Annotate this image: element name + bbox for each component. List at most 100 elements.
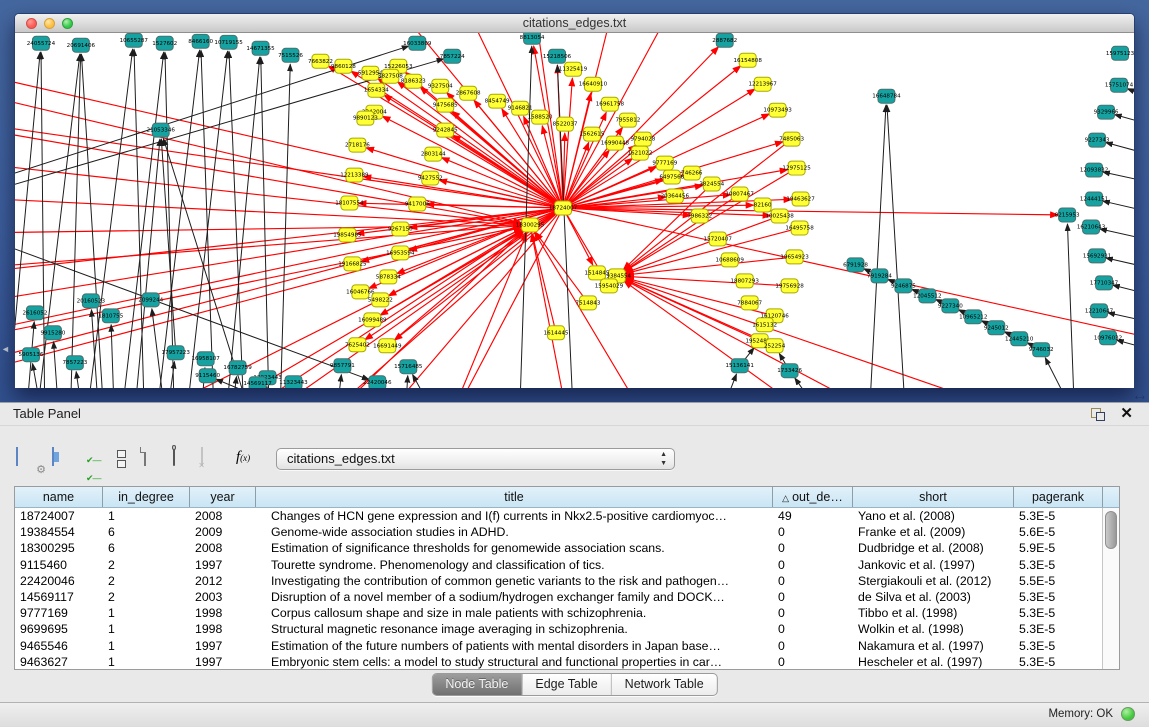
table-selector-dropdown[interactable]: citations_edges.txt ▲▼ xyxy=(276,448,675,470)
citation-edge-black xyxy=(76,372,85,388)
delete-column-button[interactable] xyxy=(173,448,199,472)
table-row[interactable]: 1830029562008Estimation of significance … xyxy=(15,540,1119,556)
delete-table-button[interactable] xyxy=(201,448,227,472)
graph-node-label: 18724007 xyxy=(549,206,578,212)
citation-edge-black xyxy=(1115,115,1134,129)
graph-node-label: 15751074 xyxy=(1105,83,1134,89)
network-window-titlebar[interactable]: citations_edges.txt xyxy=(15,14,1134,33)
citation-edge-black xyxy=(185,51,228,388)
column-header[interactable]: name xyxy=(15,487,103,507)
table-row[interactable]: 969969511998Structural magnetic resonanc… xyxy=(15,621,1119,637)
table-cell: 0 xyxy=(773,540,853,556)
table-cell: 1 xyxy=(103,654,190,670)
graph-node-label: 16691449 xyxy=(373,343,402,349)
table-row[interactable]: 946362711997Embryonic stem cells: a mode… xyxy=(15,654,1119,670)
citation-edge-black xyxy=(1108,313,1134,325)
tab-node-table[interactable]: Node Table xyxy=(432,674,522,695)
table-cell: 5.3E-5 xyxy=(1014,557,1103,573)
graph-node-label: 9417006 xyxy=(405,202,430,208)
table-cell: 6 xyxy=(103,524,190,540)
table-cell: Embryonic stem cells: a model to study s… xyxy=(256,654,773,670)
table-cell: 5.3E-5 xyxy=(1014,638,1103,654)
citation-edge-black xyxy=(155,50,200,388)
graph-node-label: 21053346 xyxy=(147,128,176,134)
table-cell: 1 xyxy=(103,621,190,637)
function-builder-button[interactable]: f(x) xyxy=(236,448,262,472)
graph-node-label: 16990448 xyxy=(601,141,630,147)
column-header[interactable]: year xyxy=(190,487,256,507)
citation-edge-red xyxy=(444,233,526,388)
tab-network-table[interactable]: Network Table xyxy=(612,674,717,695)
table-cell: 9699695 xyxy=(15,621,103,637)
table-cell: 1998 xyxy=(190,621,256,637)
graph-node-label: 10976032 xyxy=(1094,335,1122,341)
trash-icon xyxy=(173,447,175,466)
table-cell: 19384554 xyxy=(15,524,103,540)
column-header[interactable]: title xyxy=(256,487,773,507)
memory-status-dot[interactable] xyxy=(1121,707,1135,721)
citation-edge-red xyxy=(626,257,795,275)
table-row[interactable]: 977716911998Corpus callosum shape and si… xyxy=(15,605,1119,621)
graph-node-label: 10965212 xyxy=(959,314,987,320)
graph-node-label: 16961758 xyxy=(596,102,625,108)
show-columns-button[interactable] xyxy=(52,448,78,472)
column-header[interactable]: short xyxy=(853,487,1014,507)
table-cell: Estimation of the future numbers of pati… xyxy=(256,638,773,654)
table-cell: 2009 xyxy=(190,524,256,540)
table-row[interactable]: 1456911722003Disruption of a novel membe… xyxy=(15,589,1119,605)
graph-node-label: 7514843 xyxy=(576,300,601,306)
table-row[interactable]: 2242004622012Investigating the contribut… xyxy=(15,573,1119,589)
table-cell: Disruption of a novel member of a sodium… xyxy=(256,589,773,605)
citation-network-graph[interactable]: 2405572420691406106552871527602846616010… xyxy=(15,33,1134,388)
graph-node-label: 11325419 xyxy=(559,67,588,73)
table-mode-button[interactable]: ⚙ xyxy=(16,448,42,472)
column-header[interactable]: pagerank xyxy=(1014,487,1103,507)
citation-edge-red xyxy=(563,208,1134,343)
table-cell: Tibbo et al. (1998) xyxy=(853,605,1014,621)
graph-node-label: 3827508 xyxy=(378,74,403,80)
table-cell: 1997 xyxy=(190,557,256,573)
graph-node-label: 1588520 xyxy=(528,115,553,121)
graph-node-label: 2867608 xyxy=(456,91,481,97)
table-row[interactable]: 1938455462009Genome-wide association stu… xyxy=(15,524,1119,540)
table-columns-icon xyxy=(52,447,54,466)
graph-node-label: 10655287 xyxy=(120,38,149,44)
citation-edge-black xyxy=(152,309,165,388)
close-panel-icon[interactable]: ✕ xyxy=(1120,405,1133,422)
table-row[interactable]: 1872400712008Changes of HCN gene express… xyxy=(15,508,1119,524)
select-rows-button[interactable]: ✔—✔— xyxy=(86,450,112,474)
table-cell: 18300295 xyxy=(15,540,103,556)
panel-collapse-arrow-icon[interactable]: ◄ xyxy=(1,344,10,354)
graph-node-label: 18107554 xyxy=(335,201,364,207)
graph-node-label: 15954029 xyxy=(595,283,624,289)
network-canvas[interactable]: 2405572420691406106552871527602846616010… xyxy=(15,33,1134,388)
citation-edge-red xyxy=(15,226,521,268)
scrollbar-thumb[interactable] xyxy=(1105,511,1117,549)
table-scrollbar[interactable] xyxy=(1102,508,1119,669)
table-cell: 9463627 xyxy=(15,654,103,670)
tab-edge-table[interactable]: Edge Table xyxy=(522,674,611,695)
table-cell: 5.3E-5 xyxy=(1014,605,1103,621)
citation-edge-red xyxy=(15,227,521,338)
graph-node-label: 9242845 xyxy=(433,128,458,134)
graph-node-label: 16033809 xyxy=(403,41,432,47)
table-cell: de Silva et al. (2003) xyxy=(853,589,1014,605)
float-panel-icon[interactable] xyxy=(1091,408,1105,421)
graph-node-label: 2616052 xyxy=(23,310,48,316)
graph-node-label: 16958107 xyxy=(191,356,220,362)
table-cell: 0 xyxy=(773,589,853,605)
citation-edge-black xyxy=(714,374,737,388)
graph-node-label: 10807467 xyxy=(726,192,755,198)
column-header[interactable]: △out_de… xyxy=(773,487,853,507)
graph-node-label: 6791928 xyxy=(843,262,868,268)
table-row[interactable]: 946554611997Estimation of the future num… xyxy=(15,638,1119,654)
graph-node-label: 20691406 xyxy=(67,43,96,49)
graph-node-label: 9227343 xyxy=(1085,138,1110,144)
table-row[interactable]: 911546021997Tourette syndrome. Phenomeno… xyxy=(15,557,1119,573)
column-header[interactable]: in_degree xyxy=(103,487,190,507)
row-height-button[interactable] xyxy=(117,450,143,474)
citation-edge-red xyxy=(563,208,1058,215)
citation-edge-black xyxy=(201,50,215,388)
fx-icon: f(x) xyxy=(236,449,250,465)
create-column-button[interactable] xyxy=(144,448,170,472)
